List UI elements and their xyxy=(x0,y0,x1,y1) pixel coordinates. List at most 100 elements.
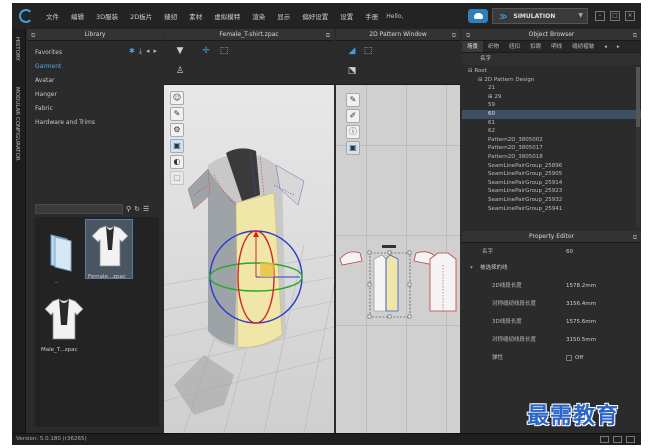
tree-row[interactable]: 59 xyxy=(462,101,641,110)
select-icon[interactable]: ▼ xyxy=(174,45,186,57)
menu-materials[interactable]: 素材 xyxy=(183,11,208,21)
tree-row[interactable]: 61 xyxy=(462,119,641,128)
download-icon[interactable]: ⤓ xyxy=(139,47,142,56)
tree-row[interactable]: Pattern2D_3805018 xyxy=(462,153,641,162)
layout-split-icon[interactable] xyxy=(613,436,622,443)
menu-preferences[interactable]: 偏好设置 xyxy=(296,11,334,21)
tree-row[interactable]: 60 xyxy=(462,110,641,119)
tree-row[interactable]: 62 xyxy=(462,127,641,136)
cloud-button[interactable] xyxy=(468,9,488,23)
library-item-avatar[interactable]: Avatar xyxy=(35,77,54,84)
restore-icon[interactable]: □ xyxy=(610,11,620,21)
library-item-fabric[interactable]: Fabric xyxy=(35,105,53,112)
simulation-button[interactable]: ≫ SIMULATION ▼ xyxy=(492,8,588,24)
forward-icon[interactable]: ▸ xyxy=(153,47,157,56)
back-icon[interactable]: ◂ xyxy=(146,47,150,56)
tree-row-label: 2D Pattern Design xyxy=(484,76,535,83)
search-input[interactable] xyxy=(35,203,123,214)
checkbox[interactable] xyxy=(566,354,572,361)
menu-manual[interactable]: 手册 xyxy=(359,11,384,21)
texture-edit-icon[interactable]: ✐ xyxy=(346,109,360,123)
tree-row[interactable]: 21 xyxy=(462,84,641,93)
stitch-display-icon[interactable]: ◐ xyxy=(170,155,184,169)
history-tab[interactable]: HISTORY xyxy=(14,37,20,61)
library-header: ⧉ Library xyxy=(27,29,163,41)
gear-icon[interactable]: ✱ xyxy=(129,47,135,56)
prop-name-row: 名字 60 xyxy=(462,245,641,259)
tree-row[interactable]: SeamLinePairGroup_25905 xyxy=(462,170,641,179)
search-icon[interactable]: ⚲ xyxy=(126,205,131,213)
polygon-tool-icon[interactable]: ⬔ xyxy=(346,65,358,77)
menu-sewing[interactable]: 缝纫 xyxy=(158,11,183,21)
prop-section-row[interactable]: ▾ 被选择的线 xyxy=(462,261,641,275)
garment-display-icon[interactable]: ✎ xyxy=(170,107,184,121)
chevron-right-icon[interactable]: ▸ xyxy=(612,41,625,52)
tab-sewing-fold[interactable]: 缝纫褶皱 xyxy=(567,41,599,52)
menu-3d-garment[interactable]: 3D服装 xyxy=(90,11,124,21)
minimize-icon[interactable]: – xyxy=(595,11,605,21)
pen-icon[interactable]: ✎ xyxy=(346,93,360,107)
app-logo-icon[interactable] xyxy=(12,3,40,29)
menu-avatar[interactable]: 虚拟模特 xyxy=(208,11,246,21)
prop-name-key: 名字 xyxy=(482,249,494,255)
info-icon[interactable]: ⓘ xyxy=(346,125,360,139)
tree-row[interactable]: Pattern2D_3805017 xyxy=(462,144,641,153)
pattern-display-icon[interactable]: ▣ xyxy=(346,141,360,155)
transform-pattern-icon[interactable]: ⬚ xyxy=(362,45,374,57)
expand-icon[interactable]: ▾ xyxy=(470,261,473,275)
tree-row[interactable]: SeamLinePairGroup_25896 xyxy=(462,162,641,171)
tab-topstitch[interactable]: 明线 xyxy=(546,41,567,52)
elasticity-toggle[interactable]: Off xyxy=(566,351,583,365)
avatar-display-icon[interactable]: ☺ xyxy=(170,91,184,105)
close-icon[interactable]: × xyxy=(625,11,635,21)
library-item-garment[interactable]: Garment xyxy=(35,63,61,70)
menu-render[interactable]: 渲染 xyxy=(246,11,271,21)
menu-settings[interactable]: 设置 xyxy=(334,11,359,21)
menu-display[interactable]: 显示 xyxy=(271,11,296,21)
library-item-hanger[interactable]: Hanger xyxy=(35,91,57,98)
library-item-hardware[interactable]: Hardware and Trims xyxy=(35,119,95,126)
modular-configurator-tab[interactable]: MODULAR CONFIGURATOR xyxy=(14,87,20,161)
chevron-down-icon[interactable]: ▼ xyxy=(578,12,583,19)
thumb-female-tshirt[interactable]: Female...zpac xyxy=(85,219,133,280)
scroll-thumb[interactable] xyxy=(636,67,640,127)
tree-row[interactable]: Pattern2D_3805002 xyxy=(462,136,641,145)
box-select-icon[interactable]: ⬚ xyxy=(218,45,230,57)
fullscreen-icon[interactable] xyxy=(626,436,635,443)
chevron-left-icon[interactable]: ◂ xyxy=(599,41,612,52)
2d-viewport[interactable]: ✎ ✐ ⓘ ▣ xyxy=(336,85,460,433)
list-view-icon[interactable]: ☰ xyxy=(143,205,149,213)
menu-2d-pattern[interactable]: 2D板片 xyxy=(124,11,158,21)
3d-window-header: Female_T-shirt.zpac ⧉ xyxy=(164,29,334,41)
avatar-pose-icon[interactable]: ♙ xyxy=(174,65,186,77)
library-item-favorites[interactable]: Favorites xyxy=(35,49,62,56)
refresh-icon[interactable]: ↻ xyxy=(134,205,140,213)
move-icon[interactable]: ✛ xyxy=(200,45,212,57)
scrollbar[interactable] xyxy=(636,67,640,227)
tab-scene[interactable]: 场景 xyxy=(462,41,484,52)
layout-icon[interactable] xyxy=(600,436,609,443)
tree-row[interactable]: SeamLinePairGroup_25941 xyxy=(462,205,641,214)
3d-window: Female_T-shirt.zpac ⧉ ▼ ✛ ⬚ ♙ ☺ ✎ ⚙ ▣ ◐ … xyxy=(164,29,334,433)
tree-row[interactable]: SeamLinePairGroup_25932 xyxy=(462,196,641,205)
tree-row[interactable]: ⊞ 29 xyxy=(462,93,641,102)
edit-pattern-icon[interactable]: ◢ xyxy=(346,45,358,57)
mesh-display-icon[interactable]: ⚙ xyxy=(170,123,184,137)
prop-name-value[interactable]: 60 xyxy=(566,245,573,259)
menu-edit[interactable]: 编辑 xyxy=(65,11,90,21)
tree-row[interactable]: SeamLinePairGroup_25914 xyxy=(462,179,641,188)
undock-icon[interactable]: ⧉ xyxy=(633,232,637,244)
tree-row[interactable]: SeamLinePairGroup_25923 xyxy=(462,187,641,196)
watermark-logo: 最需教育 xyxy=(527,403,620,429)
tree-row[interactable]: ⊟ Root xyxy=(462,67,641,76)
xray-icon[interactable]: ▢ xyxy=(170,171,184,185)
thumb-parent-folder[interactable]: .. xyxy=(41,225,83,285)
tab-buttonhole[interactable]: 扣眼 xyxy=(525,41,546,52)
thumb-male-tshirt[interactable]: Male_T...zpac xyxy=(41,293,84,353)
tab-fabric[interactable]: 织物 xyxy=(483,41,504,52)
tree-row[interactable]: ⊟ 2D Pattern Design xyxy=(462,76,641,85)
texture-display-icon[interactable]: ▣ xyxy=(170,139,184,153)
menu-file[interactable]: 文件 xyxy=(40,11,65,21)
3d-viewport[interactable]: ☺ ✎ ⚙ ▣ ◐ ▢ xyxy=(164,85,334,433)
tab-button[interactable]: 纽扣 xyxy=(504,41,525,52)
